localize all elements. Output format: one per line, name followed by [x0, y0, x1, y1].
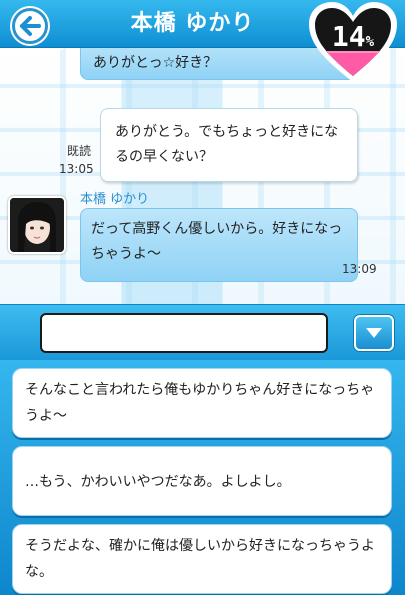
reply-choices: そんなこと言われたら俺もゆかりちゃん好きになっちゃうよ〜 …もう、かわいいやつだ…	[0, 360, 405, 595]
message-input[interactable]	[40, 313, 328, 353]
avatar	[8, 48, 66, 50]
message-text: だって高野くん優しいから。好きになっちゃうよ〜	[91, 221, 343, 262]
choice-text: …もう、かわいいやつだなあ。よしよし。	[25, 474, 291, 490]
read-receipt: 既読	[67, 144, 92, 158]
avatar-portrait-icon	[10, 198, 64, 252]
choice-text: そんなこと言われたら俺もゆかりちゃん好きになっちゃうよ〜	[25, 382, 375, 424]
chat-partner-name: 本橋 ゆかり	[130, 11, 255, 36]
sender-name: 本橋 ゆかり	[80, 192, 150, 207]
message-time: 13:09	[342, 262, 377, 276]
message-time: 13:05	[59, 162, 94, 176]
input-bar	[0, 304, 405, 360]
choice-text: そうだよな、確かに俺は優しいから好きになっちゃうよな。	[25, 538, 375, 580]
message-partner: だって高野くん優しいから。好きになっちゃうよ〜	[80, 208, 358, 282]
affection-meter: 14%	[305, 0, 401, 90]
reply-choice-1[interactable]: そんなこと言われたら俺もゆかりちゃん好きになっちゃうよ〜	[12, 368, 392, 438]
arrow-left-icon	[20, 16, 41, 36]
affection-value: 14	[331, 20, 366, 53]
triangle-down-icon	[366, 328, 382, 338]
affection-unit: %	[365, 34, 375, 50]
reply-choice-3[interactable]: そうだよな、確かに俺は優しいから好きになっちゃうよな。	[12, 524, 392, 594]
show-choices-button[interactable]	[354, 315, 394, 351]
back-button[interactable]	[12, 8, 48, 44]
reply-choice-2[interactable]: …もう、かわいいやつだなあ。よしよし。	[12, 446, 392, 516]
message-text: ありがとっ☆好き？	[93, 55, 218, 71]
message-me: ありがとう。でもちょっと好きになるの早くない？	[100, 108, 358, 182]
avatar[interactable]	[8, 196, 66, 254]
message-text: ありがとう。でもちょっと好きになるの早くない？	[115, 124, 339, 165]
